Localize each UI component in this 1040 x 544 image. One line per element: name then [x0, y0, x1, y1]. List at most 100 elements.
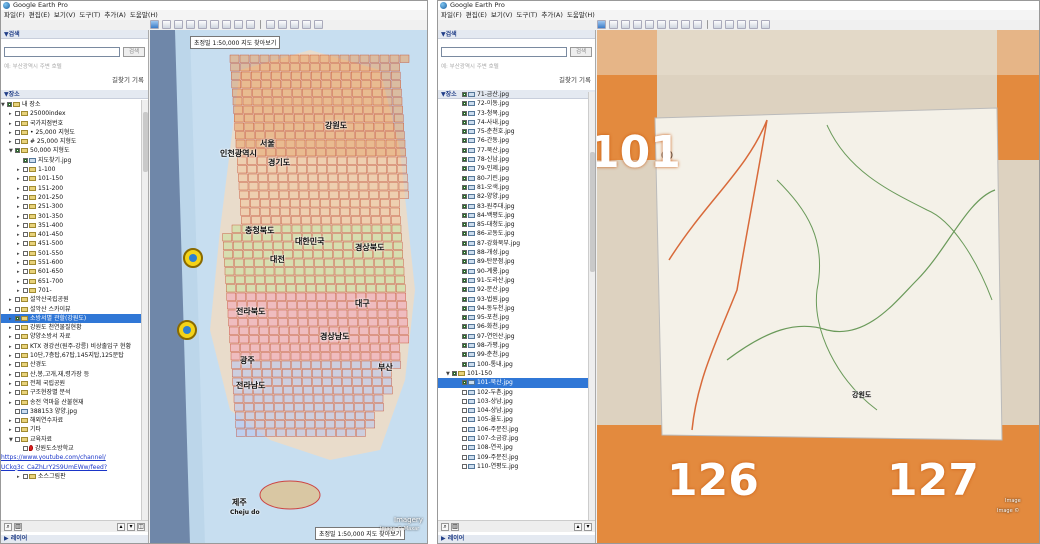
- email-icon[interactable]: [725, 20, 734, 29]
- visibility-checkbox[interactable]: [462, 454, 467, 460]
- tree-item[interactable]: ▸ 25000index: [1, 109, 141, 118]
- tree-item[interactable]: 110-연평도.jpg: [438, 462, 588, 471]
- search-button[interactable]: 검색: [123, 47, 145, 57]
- visibility-checkbox[interactable]: [462, 398, 467, 404]
- tree-item[interactable]: 89-탄문점.jpg: [438, 257, 588, 266]
- polygon-icon[interactable]: [174, 20, 183, 29]
- visibility-checkbox[interactable]: [462, 203, 467, 209]
- visibility-checkbox[interactable]: [462, 389, 467, 395]
- panel-toggle-icon[interactable]: ▥: [14, 522, 22, 531]
- places-panel-header[interactable]: ▼장소: [1, 90, 148, 99]
- visibility-checkbox[interactable]: [23, 250, 28, 256]
- menu-tools[interactable]: 도구(T): [516, 10, 537, 20]
- visibility-checkbox[interactable]: [23, 232, 28, 238]
- menu-view[interactable]: 보기(V): [54, 10, 75, 20]
- email-icon[interactable]: [278, 20, 287, 29]
- visibility-checkbox[interactable]: [462, 259, 467, 265]
- move-down-icon[interactable]: ▾: [127, 522, 135, 531]
- scrollbar-thumb[interactable]: [590, 152, 595, 272]
- tree-item[interactable]: ▸ 651-700: [1, 277, 141, 286]
- save-image-icon[interactable]: [302, 20, 311, 29]
- tree-item[interactable]: ▸ 산,봉,고개,재,령가장 등: [1, 370, 141, 379]
- visibility-checkbox[interactable]: [462, 324, 467, 330]
- tree-item[interactable]: 83-원주대.jpg: [438, 202, 588, 211]
- tree-item[interactable]: 75-춘천호.jpg: [438, 127, 588, 136]
- tree-item[interactable]: ▸ 구조현장별 분석: [1, 388, 141, 397]
- visibility-checkbox[interactable]: [462, 380, 467, 386]
- tree-item[interactable]: 388153 양양.jpg: [1, 407, 141, 416]
- sunlight-icon[interactable]: [234, 20, 243, 29]
- tree-item[interactable]: 92-문산.jpg: [438, 285, 588, 294]
- visibility-checkbox[interactable]: [462, 222, 467, 228]
- visibility-checkbox[interactable]: [23, 222, 28, 228]
- tree-item[interactable]: ▸ 전체 국립공원: [1, 379, 141, 388]
- tree-item[interactable]: ▸ 기타: [1, 425, 141, 434]
- visibility-checkbox[interactable]: [462, 417, 467, 423]
- view-maps-icon[interactable]: [761, 20, 770, 29]
- tree-item[interactable]: 109-주문진.jpg: [438, 453, 588, 462]
- move-down-icon[interactable]: ▾: [584, 522, 592, 531]
- tree-item[interactable]: 76-간동.jpg: [438, 136, 588, 145]
- tree-item[interactable]: ▸ 1-100: [1, 165, 141, 174]
- overlay-icon[interactable]: [645, 20, 654, 29]
- visibility-checkbox[interactable]: [462, 250, 467, 256]
- visibility-checkbox[interactable]: [23, 473, 28, 479]
- visibility-checkbox[interactable]: [23, 287, 28, 293]
- tree-item[interactable]: 102-두촌.jpg: [438, 388, 588, 397]
- tree-item[interactable]: 82-양양.jpg: [438, 192, 588, 201]
- menu-add[interactable]: 추가(A): [104, 10, 125, 20]
- tree-item[interactable]: 77-북산.jpg: [438, 146, 588, 155]
- search-places-icon[interactable]: ⌕: [4, 522, 12, 531]
- sunlight-icon[interactable]: [681, 20, 690, 29]
- tree-item[interactable]: 104-상남.jpg: [438, 406, 588, 415]
- visibility-checkbox[interactable]: [462, 296, 467, 302]
- tree-item[interactable]: ▸ 소스그림판: [1, 472, 141, 481]
- tree-item[interactable]: 86-교동도.jpg: [438, 229, 588, 238]
- visibility-checkbox[interactable]: [462, 212, 467, 218]
- visibility-checkbox[interactable]: [15, 139, 20, 145]
- menu-add[interactable]: 추가(A): [541, 10, 562, 20]
- tree-item[interactable]: ▸ 산경도: [1, 360, 141, 369]
- visibility-checkbox[interactable]: [462, 361, 467, 367]
- tour-icon[interactable]: [210, 20, 219, 29]
- visibility-checkbox[interactable]: [462, 315, 467, 321]
- visibility-checkbox[interactable]: [462, 277, 467, 283]
- tree-item[interactable]: 85-대청도.jpg: [438, 220, 588, 229]
- tree-item[interactable]: 71-금산.jpg: [438, 90, 588, 99]
- tree-item[interactable]: ▸ 451-500: [1, 239, 141, 248]
- tree-item[interactable]: 96-화천.jpg: [438, 322, 588, 331]
- tree-item[interactable]: 90-계룡.jpg: [438, 267, 588, 276]
- history-icon[interactable]: [222, 20, 231, 29]
- menu-help[interactable]: 도움말(H): [130, 10, 158, 20]
- tree-item[interactable]: 97-연인산.jpg: [438, 332, 588, 341]
- tree-item[interactable]: ▸ 201-250: [1, 193, 141, 202]
- search-button[interactable]: 검색: [570, 47, 592, 57]
- tree-item[interactable]: 100-통내.jpg: [438, 360, 588, 369]
- tree-item[interactable]: ▸ 설악산국립공원: [1, 295, 141, 304]
- visibility-checkbox[interactable]: [23, 241, 28, 247]
- path-icon[interactable]: [186, 20, 195, 29]
- visibility-checkbox[interactable]: [462, 287, 467, 293]
- move-up-icon[interactable]: ▴: [117, 522, 125, 531]
- tree-item[interactable]: 94-동두천.jpg: [438, 304, 588, 313]
- polygon-icon[interactable]: [621, 20, 630, 29]
- visibility-checkbox[interactable]: [452, 370, 457, 376]
- visibility-checkbox[interactable]: [462, 426, 467, 432]
- tree-item[interactable]: ▸ 10단,7층탑,67탑,145지탑,125문탑: [1, 351, 141, 360]
- tree-item[interactable]: ▼ 교육자료: [1, 435, 141, 444]
- visibility-checkbox[interactable]: [15, 399, 20, 405]
- search-panel-header[interactable]: ▼검색: [1, 30, 148, 39]
- visibility-checkbox[interactable]: [462, 175, 467, 181]
- visibility-checkbox[interactable]: [462, 352, 467, 358]
- visibility-checkbox[interactable]: [462, 157, 467, 163]
- view-maps-icon[interactable]: [314, 20, 323, 29]
- visibility-checkbox[interactable]: [23, 194, 28, 200]
- ruler-icon[interactable]: [266, 20, 275, 29]
- search-input[interactable]: [441, 47, 567, 57]
- menu-help[interactable]: 도움말(H): [567, 10, 595, 20]
- visibility-checkbox[interactable]: [462, 343, 467, 349]
- visibility-checkbox[interactable]: [15, 111, 20, 117]
- tree-item[interactable]: ▸ 701-: [1, 286, 141, 295]
- youtube-link[interactable]: UCkq3c_CaZhLrY2S9UmEWw/feed?: [1, 463, 141, 472]
- visibility-checkbox[interactable]: [15, 436, 20, 442]
